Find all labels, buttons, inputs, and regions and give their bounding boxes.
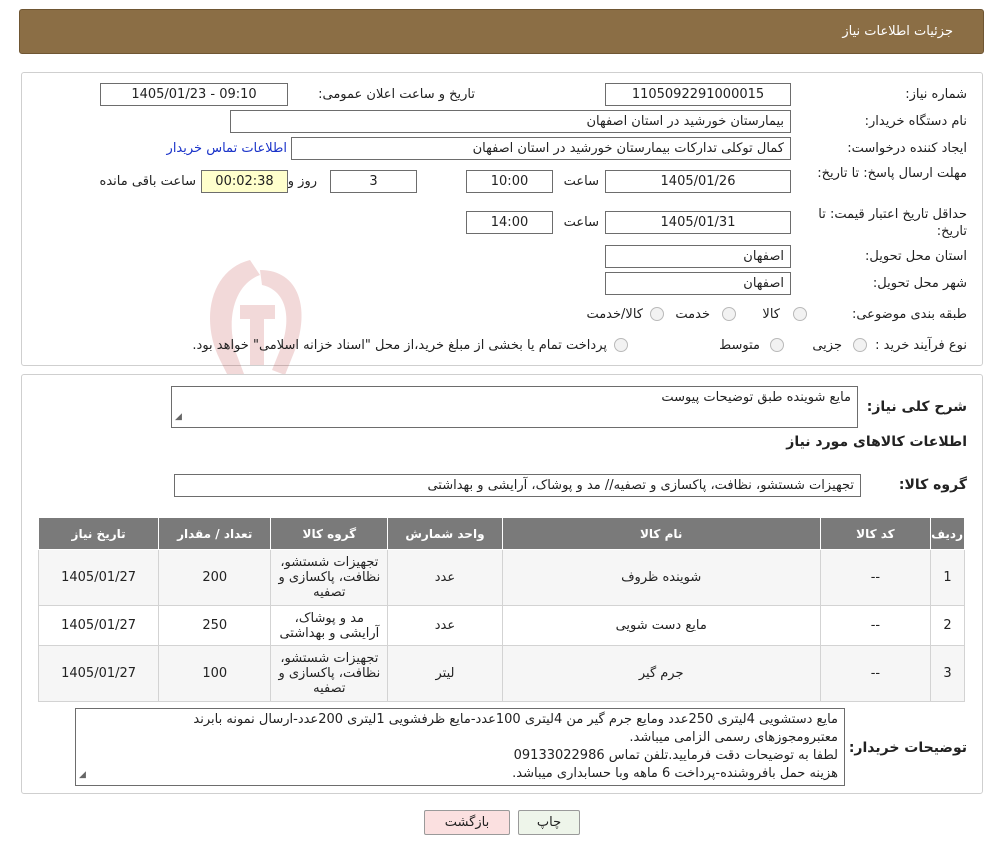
item-group-label: گروه کالا:	[898, 477, 967, 493]
items-table: ردیف کد کالا نام کالا واحد شمارش گروه کا…	[37, 517, 966, 702]
table-row[interactable]: 1 -- شوینده ظروف عدد تجهیزات شستشو، نظاف…	[37, 549, 966, 606]
send-deadline-time-label: ساعت	[563, 174, 599, 189]
need-number-field[interactable]: 1105092291000015	[605, 83, 791, 106]
cell-item-code: --	[819, 549, 931, 606]
buyer-notes-line: لطفا به توضیحات دقت فرمایید.تلفن تماس 09…	[513, 748, 838, 763]
buyer-contact-link[interactable]: اطلاعات تماس خریدار	[167, 141, 287, 156]
description-text: مایع شوینده طبق توضیحات پیوست	[661, 390, 851, 405]
page-title: جزئیات اطلاعات نیاز	[842, 24, 953, 39]
col-header-need-date[interactable]: تاریخ نیاز	[37, 517, 160, 550]
description-label: شرح کلی نیاز:	[866, 399, 967, 415]
delivery-province-label: استان محل تحویل:	[865, 249, 967, 264]
cell-unit: لیتر	[387, 645, 503, 702]
col-header-item-group[interactable]: گروه کالا	[270, 517, 389, 550]
resize-handle-icon[interactable]: ◢	[175, 408, 182, 426]
category-radio-goods-service[interactable]	[650, 307, 664, 321]
items-table-wrap: ردیف کد کالا نام کالا واحد شمارش گروه کا…	[37, 517, 966, 702]
need-number-label: شماره نیاز:	[905, 87, 967, 102]
purchase-type-option-medium: متوسط	[719, 338, 760, 353]
cell-item-name: شوینده ظروف	[501, 549, 821, 606]
cell-unit: عدد	[387, 605, 503, 646]
back-button[interactable]: بازگشت	[424, 810, 510, 835]
price-validity-time-field[interactable]: 14:00	[466, 211, 553, 234]
purchase-type-radio-medium[interactable]	[770, 338, 784, 352]
buyer-notes-line: معتبرومجوزهای رسمی الزامی میباشد.	[629, 730, 838, 745]
price-validity-time-label: ساعت	[563, 215, 599, 230]
cell-row-number: 1	[929, 549, 966, 606]
item-group-field[interactable]: تجهیزات شستشو، نظافت، پاکسازی و تصفیه// …	[174, 474, 861, 497]
page-header: جزئیات اطلاعات نیاز	[19, 9, 984, 54]
col-header-row-number[interactable]: ردیف	[929, 517, 966, 550]
col-header-unit[interactable]: واحد شمارش	[387, 517, 503, 550]
days-remaining-field: 3	[330, 170, 417, 193]
col-header-quantity[interactable]: تعداد / مقدار	[158, 517, 272, 550]
cell-quantity: 200	[158, 549, 272, 606]
delivery-city-label: شهر محل تحویل:	[872, 276, 967, 291]
category-option-service: خدمت	[675, 307, 710, 322]
buyer-notes-line: هزینه حمل بافروشنده-پرداخت 6 ماهه وبا حس…	[512, 766, 838, 781]
cell-item-name: مایع دست شویی	[501, 605, 821, 646]
category-option-goods-service: کالا/خدمت	[586, 307, 643, 322]
purchase-type-radio-minor[interactable]	[853, 338, 867, 352]
cell-item-name: جرم گیر	[501, 645, 821, 702]
cell-item-code: --	[819, 605, 931, 646]
send-deadline-time-field[interactable]: 10:00	[466, 170, 553, 193]
cell-quantity: 100	[158, 645, 272, 702]
category-option-goods: کالا	[762, 307, 780, 322]
purchase-type-note: پرداخت تمام یا بخشی از مبلغ خرید،از محل …	[192, 338, 607, 353]
announce-datetime-field[interactable]: 1405/01/23 - 09:10	[100, 83, 288, 106]
cell-unit: عدد	[387, 549, 503, 606]
delivery-city-field[interactable]: اصفهان	[605, 272, 791, 295]
cell-item-code: --	[819, 645, 931, 702]
announce-datetime-label: تاریخ و ساعت اعلان عمومی:	[318, 87, 475, 102]
buyer-notes-line: مایع دستشویی 4لیتری 250عدد ومایع جرم گیر…	[193, 712, 838, 727]
cell-row-number: 3	[929, 645, 966, 702]
requester-label: ایجاد کننده درخواست:	[847, 141, 967, 156]
buyer-notes-label: توضیحات خریدار:	[848, 740, 967, 756]
category-radio-service[interactable]	[722, 307, 736, 321]
requester-field[interactable]: کمال توکلی تدارکات بیمارستان خورشید در ا…	[291, 137, 791, 160]
cell-need-date: 1405/01/27	[37, 605, 160, 646]
buyer-org-label: نام دستگاه خریدار:	[864, 114, 967, 129]
cell-need-date: 1405/01/27	[37, 645, 160, 702]
cell-need-date: 1405/01/27	[37, 549, 160, 606]
days-label: روز و	[287, 174, 317, 189]
price-validity-date-field[interactable]: 1405/01/31	[605, 211, 791, 234]
resize-handle-icon[interactable]: ◢	[79, 766, 86, 784]
col-header-item-code[interactable]: کد کالا	[819, 517, 931, 550]
time-remaining-label: ساعت باقی مانده	[99, 174, 196, 189]
category-label: طبقه بندی موضوعی:	[851, 307, 967, 322]
delivery-province-field[interactable]: اصفهان	[605, 245, 791, 268]
items-section-title: اطلاعات کالاهای مورد نیاز	[786, 434, 967, 450]
table-row[interactable]: 3 -- جرم گیر لیتر تجهیزات شستشو، نظافت، …	[37, 645, 966, 702]
price-validity-label: حداقل تاریخ اعتبار قیمت: تا تاریخ:	[818, 207, 967, 239]
cell-item-group: تجهیزات شستشو، نظافت، پاکسازی و تصفیه	[270, 549, 389, 606]
table-header-row: ردیف کد کالا نام کالا واحد شمارش گروه کا…	[37, 517, 966, 550]
send-deadline-label: مهلت ارسال پاسخ: تا تاریخ:	[817, 166, 967, 181]
cell-row-number: 2	[929, 605, 966, 646]
category-radio-goods[interactable]	[793, 307, 807, 321]
cell-quantity: 250	[158, 605, 272, 646]
time-remaining-field: 00:02:38	[201, 170, 288, 193]
cell-item-group: مد و پوشاک، آرایشی و بهداشتی	[270, 605, 389, 646]
buyer-notes-textarea[interactable]: مایع دستشویی 4لیتری 250عدد ومایع جرم گیر…	[75, 708, 845, 786]
purchase-type-label: نوع فرآیند خرید :	[875, 338, 967, 353]
purchase-type-radio-treasury[interactable]	[614, 338, 628, 352]
print-button[interactable]: چاپ	[518, 810, 580, 835]
buyer-org-field[interactable]: بیمارستان خورشید در استان اصفهان	[230, 110, 791, 133]
cell-item-group: تجهیزات شستشو، نظافت، پاکسازی و تصفیه	[270, 645, 389, 702]
col-header-item-name[interactable]: نام کالا	[501, 517, 821, 550]
table-row[interactable]: 2 -- مایع دست شویی عدد مد و پوشاک، آرایش…	[37, 605, 966, 646]
send-deadline-date-field[interactable]: 1405/01/26	[605, 170, 791, 193]
purchase-type-option-minor: جزیی	[812, 338, 842, 353]
description-textarea[interactable]: مایع شوینده طبق توضیحات پیوست ◢	[171, 386, 858, 428]
